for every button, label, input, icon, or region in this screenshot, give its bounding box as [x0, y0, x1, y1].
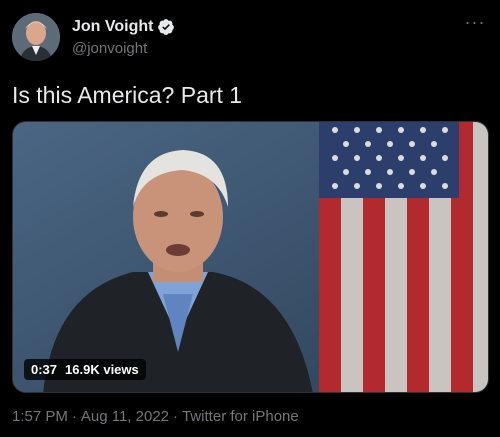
video-duration: 0:37	[31, 362, 58, 377]
tweet-header: Jon Voight @jonvoight ···	[12, 13, 488, 63]
meta-separator: ·	[71, 408, 77, 425]
display-name[interactable]: Jon Voight	[72, 18, 153, 36]
tweet-time[interactable]: 1:57 PM	[12, 408, 68, 425]
verified-badge-icon	[158, 19, 175, 35]
video-views: 16.9K views	[65, 362, 139, 377]
tweet-source[interactable]: Twitter for iPhone	[182, 408, 299, 425]
tweet-text: Is this America? Part 1	[12, 82, 243, 108]
video-thumbnail	[13, 122, 488, 392]
meta-separator: ·	[173, 408, 179, 425]
flag-graphic	[319, 122, 488, 392]
tweet-date[interactable]: Aug 11, 2022	[81, 408, 169, 425]
more-horizontal-icon[interactable]: ···	[464, 13, 486, 37]
name-row: Jon Voight	[72, 18, 175, 36]
video-player[interactable]: 0:37 16.9K views	[12, 121, 489, 393]
user-handle[interactable]: @jonvoight	[72, 40, 147, 57]
tweet-meta: 1:57 PM · Aug 11, 2022 · Twitter for iPh…	[12, 408, 299, 425]
video-stats-overlay: 0:37 16.9K views	[24, 359, 146, 380]
avatar[interactable]	[12, 13, 60, 61]
